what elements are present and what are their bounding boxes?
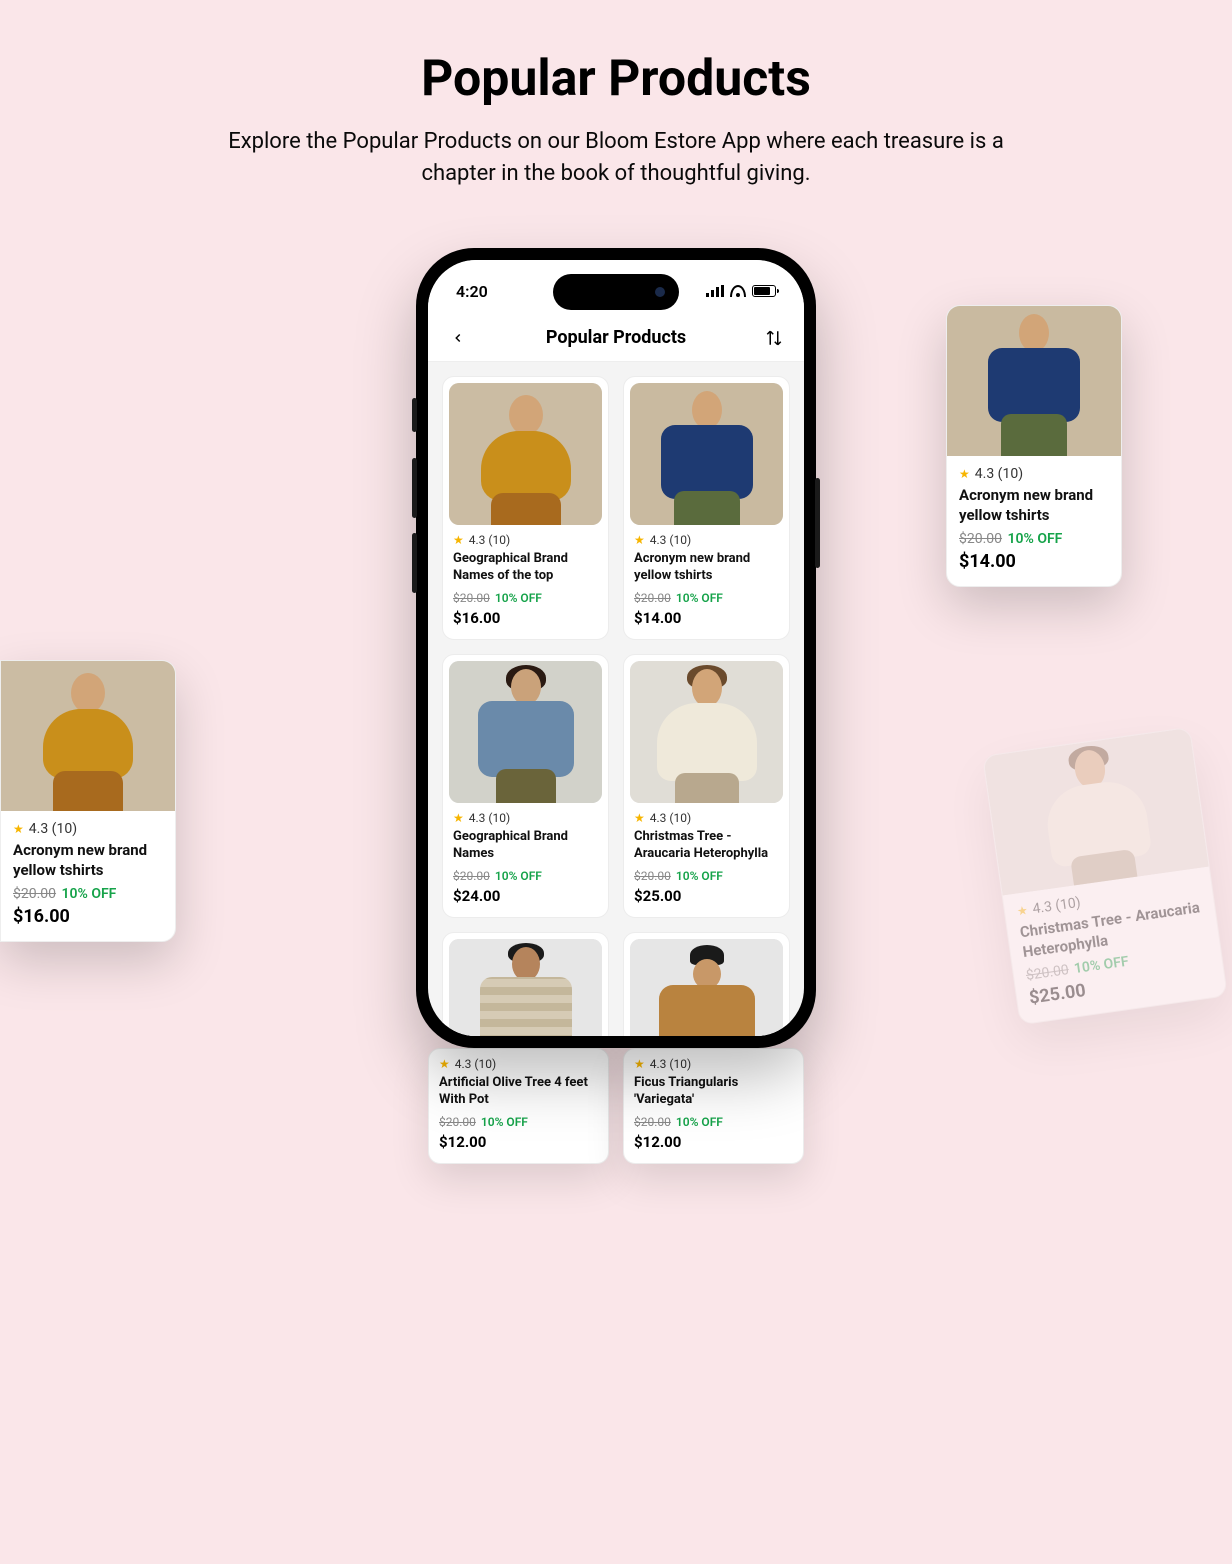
rating-value: 4.3 (10) xyxy=(650,1057,691,1071)
old-price: $20.00 xyxy=(453,869,490,883)
floating-card-right: ★ 4.3 (10) Acronym new brand yellow tshir… xyxy=(946,305,1122,587)
product-card[interactable]: ★4.3 (10) Artificial Olive Tree 4 feet W… xyxy=(442,932,609,1036)
discount-badge: 10% OFF xyxy=(62,886,117,902)
discount-badge: 10% OFF xyxy=(481,1115,528,1129)
star-icon: ★ xyxy=(439,1057,450,1071)
discount-badge: 10% OFF xyxy=(676,591,723,605)
star-icon: ★ xyxy=(959,467,970,481)
product-card[interactable]: ★ 4.3 (10) Artificial Olive Tree 4 feet W… xyxy=(428,1048,609,1164)
price: $12.00 xyxy=(634,1133,793,1151)
star-icon: ★ xyxy=(634,811,645,825)
old-price: $20.00 xyxy=(453,591,490,605)
product-name: Acronym new brand yellow tshirts xyxy=(959,486,1109,525)
battery-icon xyxy=(752,285,776,297)
product-image xyxy=(630,383,783,525)
product-card[interactable]: ★ 4.3 (10) Ficus Triangularis 'Variegata'… xyxy=(623,1048,804,1164)
price: $16.00 xyxy=(453,609,598,627)
old-price: $20.00 xyxy=(634,591,671,605)
rating-value: 4.3 (10) xyxy=(1032,895,1082,918)
product-name: Acronym new brand yellow tshirts xyxy=(634,551,779,585)
old-price: $20.00 xyxy=(439,1115,476,1129)
product-grid: SALE ★ 4.3 (10) Geographical Brand Names … xyxy=(442,376,790,1036)
product-card[interactable]: ★4.3 (10) Ficus Triangularis 'Variegata'… xyxy=(623,932,790,1036)
product-image xyxy=(983,728,1208,896)
product-image: SALE xyxy=(1,661,175,811)
product-name: Acronym new brand yellow tshirts xyxy=(13,841,163,880)
rating-value: 4.3 (10) xyxy=(469,811,510,825)
page-title: Popular Products xyxy=(0,50,1232,108)
product-image xyxy=(947,306,1121,456)
rating-value: 4.3 (10) xyxy=(650,811,691,825)
phone-mockup: 4:20 Popular Products SALE xyxy=(416,248,816,1048)
page-subtitle: Explore the Popular Products on our Bloo… xyxy=(206,126,1026,190)
rating-value: 4.3 (10) xyxy=(469,533,510,547)
product-image xyxy=(449,939,602,1036)
price: $25.00 xyxy=(634,887,779,905)
old-price: $20.00 xyxy=(1025,962,1070,984)
discount-badge: 10% OFF xyxy=(676,1115,723,1129)
floating-card-right-bottom: ★4.3 (10) Christmas Tree - Araucaria Het… xyxy=(982,727,1228,1026)
rating-value: 4.3 (10) xyxy=(975,466,1023,482)
star-icon: ★ xyxy=(634,1057,645,1071)
product-image: SALE xyxy=(449,383,602,525)
price: $24.00 xyxy=(453,887,598,905)
status-time: 4:20 xyxy=(456,282,488,301)
product-card[interactable]: ★ 4.3 (10) Geographical Brand Names $20.0… xyxy=(442,654,609,918)
signal-icon xyxy=(706,285,724,297)
price: $14.00 xyxy=(959,551,1109,572)
product-name: Christmas Tree - Araucaria Heterophylla xyxy=(634,829,779,863)
rating-value: 4.3 (10) xyxy=(455,1057,496,1071)
price: $16.00 xyxy=(13,906,163,927)
product-image xyxy=(630,939,783,1036)
star-icon: ★ xyxy=(453,811,464,825)
discount-badge: 10% OFF xyxy=(1008,531,1063,547)
star-icon: ★ xyxy=(634,533,645,547)
product-name: Artificial Olive Tree 4 feet With Pot xyxy=(439,1075,598,1109)
discount-badge: 10% OFF xyxy=(495,869,542,883)
old-price: $20.00 xyxy=(634,1115,671,1129)
product-card[interactable]: SALE ★ 4.3 (10) Geographical Brand Names … xyxy=(442,376,609,640)
back-button[interactable] xyxy=(446,326,470,350)
rating-value: 4.3 (10) xyxy=(29,821,77,837)
star-icon: ★ xyxy=(1016,903,1029,918)
product-card[interactable]: ★ 4.3 (10) Christmas Tree - Araucaria Het… xyxy=(623,654,790,918)
floating-card-left: SALE ★ 4.3 (10) Acronym new brand yellow … xyxy=(0,660,176,942)
product-card[interactable]: ★ 4.3 (10) Acronym new brand yellow tshir… xyxy=(623,376,790,640)
notch xyxy=(553,274,679,310)
old-price: $20.00 xyxy=(634,869,671,883)
price: $12.00 xyxy=(439,1133,598,1151)
overflow-grid: ★ 4.3 (10) Artificial Olive Tree 4 feet W… xyxy=(428,1048,804,1164)
discount-badge: 10% OFF xyxy=(676,869,723,883)
old-price: $20.00 xyxy=(13,886,56,902)
product-image xyxy=(630,661,783,803)
app-bar: Popular Products xyxy=(428,314,804,362)
product-name: Geographical Brand Names of the top xyxy=(453,551,598,585)
star-icon: ★ xyxy=(453,533,464,547)
product-image xyxy=(449,661,602,803)
price: $14.00 xyxy=(634,609,779,627)
discount-badge: 10% OFF xyxy=(495,591,542,605)
product-name: Geographical Brand Names xyxy=(453,829,598,863)
rating-value: 4.3 (10) xyxy=(650,533,691,547)
star-icon: ★ xyxy=(13,822,24,836)
sort-button[interactable] xyxy=(762,326,786,350)
wifi-icon xyxy=(730,285,746,297)
screen-title: Popular Products xyxy=(546,327,686,348)
product-name: Ficus Triangularis 'Variegata' xyxy=(634,1075,793,1109)
old-price: $20.00 xyxy=(959,531,1002,547)
